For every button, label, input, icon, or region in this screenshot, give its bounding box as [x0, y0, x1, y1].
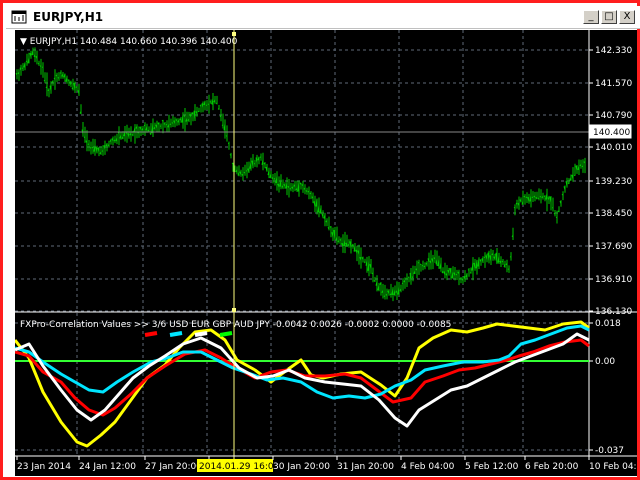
current-price-label: 140.400 — [593, 128, 630, 138]
price-label: 139.230 — [595, 177, 632, 187]
price-bar-tick — [101, 150, 104, 152]
time-axis: 23 Jan 2014 24 Jan 12:00 27 Jan 20:002014.… — [16, 456, 640, 472]
price-bar-tick — [455, 273, 458, 276]
time-label: 23 Jan 2014 — [17, 462, 71, 472]
indicator-scale-label: 0.00 — [595, 357, 615, 367]
price-bar-tick — [537, 197, 540, 200]
price-bar-tick — [525, 196, 528, 199]
price-bar-tick — [407, 276, 410, 279]
white-correlation-line — [14, 332, 590, 428]
price-bar-tick — [183, 115, 186, 118]
time-label: 27 Jan 20:00 — [145, 462, 202, 472]
price-label: 140.010 — [595, 143, 632, 153]
maximize-button[interactable]: □ — [601, 10, 617, 24]
price-bar-tick — [513, 206, 516, 209]
price-bar-tick — [87, 143, 90, 146]
price-bar-tick — [371, 272, 374, 275]
cyan-swatch — [169, 331, 183, 337]
white-swatch — [194, 331, 208, 337]
time-label: 30 Jan 20:00 — [273, 462, 330, 472]
indicator-scale-label: -0.037 — [595, 446, 624, 456]
window-title: EURJPY,H1 — [33, 10, 104, 24]
price-bar-tick — [555, 216, 558, 219]
red-swatch — [144, 331, 158, 337]
chart-area[interactable]: ▼ EURJPY,H1 140.484 140.660 140.396 140.… — [13, 30, 640, 476]
close-button[interactable]: X — [619, 10, 635, 24]
price-label: 142.330 — [595, 46, 632, 56]
green-swatch — [219, 331, 233, 337]
price-bar-tick — [561, 193, 564, 196]
price-bar-tick — [221, 124, 224, 126]
crosshair-handle-bottom[interactable] — [232, 308, 236, 312]
price-bar-tick — [39, 65, 42, 67]
price-bar-tick — [171, 122, 174, 124]
title-bar[interactable]: EURJPY,H1 _ □ X — [6, 6, 640, 29]
crosshair-handle-top[interactable] — [232, 32, 236, 36]
price-bar-tick — [161, 120, 164, 122]
price-bar-tick — [543, 195, 546, 197]
price-bar-tick — [509, 256, 512, 258]
minimize-button[interactable]: _ — [583, 10, 599, 24]
price-label: 136.910 — [595, 275, 632, 285]
price-bar-tick — [25, 60, 28, 63]
price-bar-tick — [43, 79, 46, 82]
chart-window-icon — [11, 10, 27, 24]
indicator-scale-label: 0.018 — [595, 319, 621, 329]
price-bar-tick — [131, 134, 134, 136]
price-label: 137.690 — [595, 242, 632, 252]
price-bars — [15, 47, 586, 302]
price-label: 138.450 — [595, 209, 632, 219]
main-chart-header: ▼ EURJPY,H1 140.484 140.660 140.396 140.… — [20, 37, 238, 47]
price-bar-tick — [539, 196, 542, 198]
indicator-axis: 0.018 0.00 -0.037 — [589, 319, 624, 456]
chart-canvas[interactable]: ▼ EURJPY,H1 140.484 140.660 140.396 140.… — [13, 30, 640, 476]
price-bar-tick — [501, 260, 504, 263]
time-label: 5 Feb 12:00 — [465, 462, 519, 472]
time-label: 4 Feb 04:00 — [401, 462, 455, 472]
crosshair-time-label: 2014.01.29 16:00 — [199, 462, 280, 472]
time-label: 31 Jan 20:00 — [337, 462, 394, 472]
price-bar-tick — [207, 103, 210, 106]
price-bar-tick — [507, 268, 510, 270]
time-label: 24 Jan 12:00 — [79, 462, 136, 472]
price-label: 140.790 — [595, 111, 632, 121]
time-label: 6 Feb 20:00 — [525, 462, 579, 472]
price-bar-tick — [531, 196, 534, 199]
chart-window: EURJPY,H1 _ □ X ▼ EURJPY,H1 140.484 140.… — [0, 0, 640, 480]
price-label: 141.570 — [595, 79, 632, 89]
price-bar-tick — [259, 156, 262, 159]
price-bar-tick — [401, 282, 404, 284]
price-bar-tick — [83, 136, 86, 139]
main-grid — [15, 30, 589, 312]
price-bar-tick — [231, 162, 234, 165]
price-bar-tick — [143, 124, 146, 127]
price-bar-tick — [197, 110, 200, 113]
price-bar-tick — [217, 108, 220, 110]
price-bar-tick — [21, 67, 24, 69]
price-bar-tick — [467, 269, 470, 271]
time-label: 10 Feb 04:00 — [589, 462, 637, 472]
correlation-lines — [13, 320, 590, 448]
price-axis: 142.330 141.570 140.790 140.010 139.230 138.4… — [589, 46, 632, 317]
price-bar-tick — [289, 187, 292, 190]
price-bar-tick — [459, 277, 462, 280]
indicator-header: FXPro-Correlation Values >> 3/6 USD EUR … — [20, 320, 451, 330]
